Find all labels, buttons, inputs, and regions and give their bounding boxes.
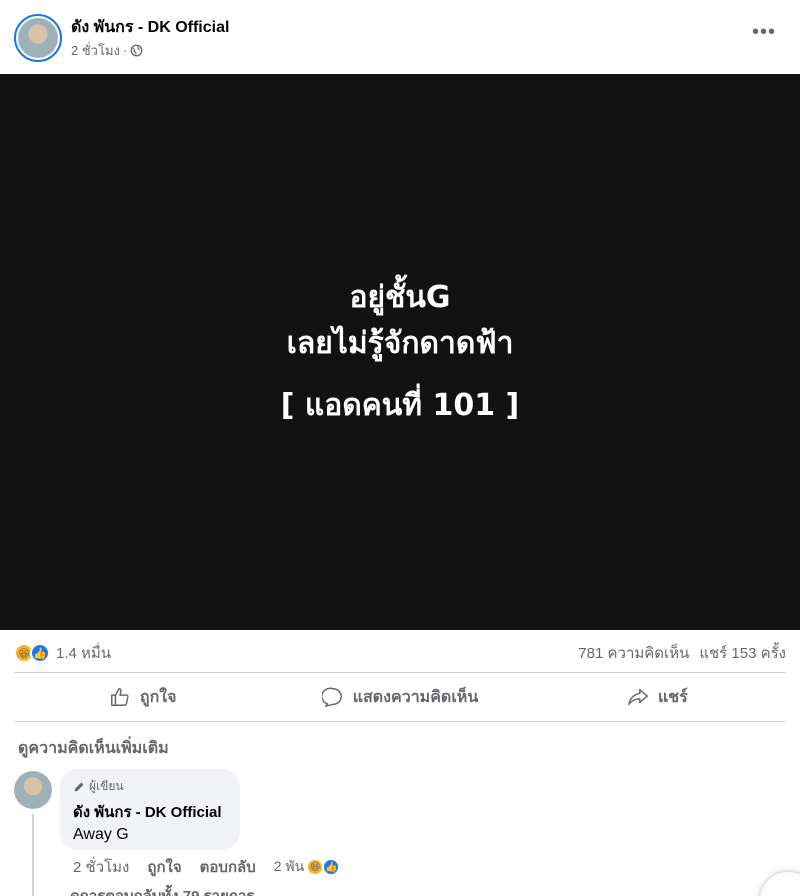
post-time[interactable]: 2 ชั่วโมง	[71, 40, 120, 61]
reaction-count: 1.4 หมื่น	[56, 645, 112, 662]
media-text-line2: เลยไม่รู้จักดาดฟ้า	[286, 326, 514, 361]
reaction-icons: 😆 👍	[14, 643, 50, 663]
author-badge-label: ผู้เขียน	[89, 779, 124, 793]
reactions-summary[interactable]: 😆 👍 1.4 หมื่น	[14, 641, 111, 665]
like-label: ถูกใจ	[139, 688, 177, 706]
comment-author[interactable]: ดัง พันกร - DK Official	[73, 800, 227, 824]
comment-button[interactable]: แสดงความคิดเห็น	[271, 674, 528, 720]
comment-text: Away G	[73, 826, 129, 843]
comment-count[interactable]: 781 ความคิดเห็น	[578, 641, 689, 665]
thumbs-up-icon	[110, 688, 129, 706]
commenter-avatar[interactable]	[14, 771, 52, 809]
share-count[interactable]: แชร์ 153 ครั้ง	[699, 641, 786, 665]
author-badge: ผู้เขียน	[73, 777, 227, 796]
comment-reaction-count: 2 พัน	[273, 858, 305, 874]
comment-meta: 2 ชั่วโมง ถูกใจ ตอบกลับ 2 พัน 😆 👍	[73, 855, 341, 879]
post-media[interactable]: อยู่ชั้นG เลยไม่รู้จักดาดฟ้า [ แอดคนที่ …	[0, 74, 800, 630]
post-meta: 2 ชั่วโมง ·	[71, 40, 143, 61]
share-button[interactable]: แชร์	[529, 674, 786, 720]
engagement-counts: 781 ความคิดเห็น แชร์ 153 ครั้ง	[578, 641, 786, 665]
like-icon: 👍	[30, 643, 50, 663]
post-header: ดัง พันกร - DK Official 2 ชั่วโมง · •••	[0, 0, 800, 74]
view-replies-link[interactable]: ดูการตอบกลับทั้ง 79 รายการ	[70, 884, 254, 896]
pencil-icon	[74, 782, 84, 791]
share-arrow-icon	[628, 688, 648, 706]
comment-label: แสดงความคิดเห็น	[352, 688, 479, 706]
post-stats: 😆 👍 1.4 หมื่น 781 ความคิดเห็น แชร์ 153 ค…	[14, 638, 786, 668]
comment-icon	[321, 687, 342, 707]
globe-icon	[130, 44, 143, 57]
share-label: แชร์	[657, 688, 688, 706]
post-actions: ถูกใจ แสดงความคิดเห็น แชร์	[14, 674, 786, 720]
chat-launcher-button[interactable]	[760, 872, 800, 896]
media-text-tag: [ แอดคนที่ 101 ]	[280, 388, 520, 423]
divider	[14, 672, 786, 673]
comment-reply-button[interactable]: ตอบกลับ	[200, 855, 256, 879]
comment-like-button[interactable]: ถูกใจ	[147, 855, 181, 879]
thread-line	[32, 814, 34, 896]
more-options-button[interactable]: •••	[752, 22, 776, 42]
comment-reactions[interactable]: 2 พัน 😆 👍	[273, 856, 341, 878]
avatar-image	[18, 18, 58, 58]
meta-separator: ·	[122, 43, 128, 58]
view-more-comments-link[interactable]: ดูความคิดเห็นเพิ่มเติม	[18, 736, 169, 761]
author-avatar[interactable]	[14, 14, 62, 62]
comment-bubble: ผู้เขียน ดัง พันกร - DK Official Away G	[60, 769, 240, 850]
comment-time[interactable]: 2 ชั่วโมง	[73, 855, 129, 879]
like-icon: 👍	[322, 858, 341, 876]
like-button[interactable]: ถูกใจ	[14, 674, 271, 720]
media-text-line1: อยู่ชั้นG	[349, 280, 451, 315]
divider	[14, 721, 786, 722]
author-name[interactable]: ดัง พันกร - DK Official	[71, 15, 229, 40]
